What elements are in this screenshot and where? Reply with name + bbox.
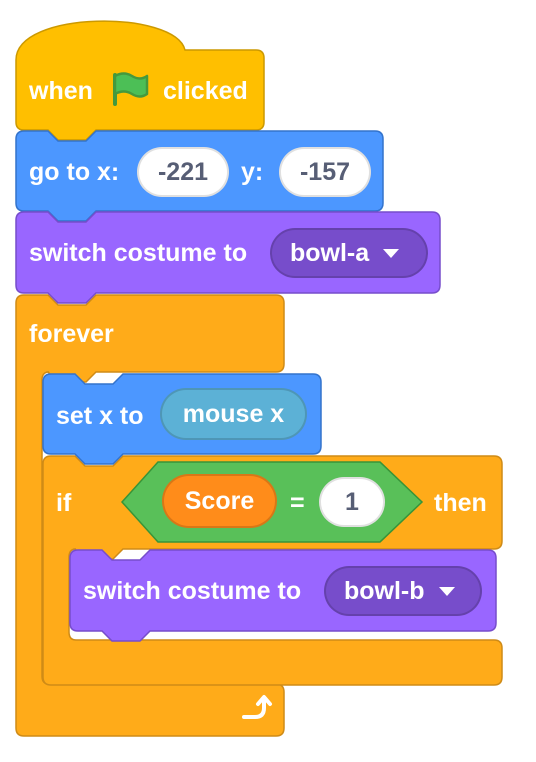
switch-costume-label-1: switch costume to: [29, 239, 248, 267]
forever-label: forever: [29, 320, 114, 348]
mouse-x-reporter[interactable]: mouse x: [160, 388, 307, 440]
when-label: when: [29, 77, 93, 105]
condition-value-input[interactable]: 1: [319, 477, 385, 527]
costume-dropdown-2[interactable]: bowl-b: [324, 566, 482, 616]
clicked-label: clicked: [163, 77, 248, 105]
y-label: y:: [241, 158, 264, 186]
chevron-down-icon: [438, 586, 455, 596]
score-variable-reporter[interactable]: Score: [162, 474, 277, 528]
code-area: when clicked go to x: -221 y: -157 switc…: [0, 0, 536, 762]
x-value-input[interactable]: -221: [137, 147, 229, 197]
then-label: then: [434, 489, 487, 517]
if-label: if: [56, 489, 72, 517]
y-value-input[interactable]: -157: [279, 147, 371, 197]
go-to-x-label: go to x:: [29, 158, 120, 186]
switch-costume-label-2: switch costume to: [83, 577, 302, 605]
set-x-label: set x to: [56, 402, 144, 430]
costume-dropdown-1-value: bowl-a: [290, 238, 370, 267]
costume-dropdown-2-value: bowl-b: [344, 576, 425, 605]
equals-operator: =: [290, 489, 305, 517]
costume-dropdown-1[interactable]: bowl-a: [270, 228, 428, 278]
chevron-down-icon: [383, 248, 400, 258]
